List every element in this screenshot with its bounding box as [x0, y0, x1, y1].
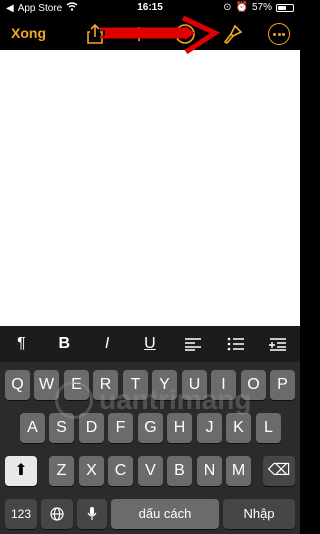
dictation-key[interactable] [77, 499, 107, 529]
shift-key[interactable]: ⬆ [5, 456, 37, 486]
markup-icon[interactable] [173, 22, 197, 46]
italic-button[interactable]: I [93, 330, 121, 358]
status-bar: ◀ App Store 16:15 ⊙ ⏰ 57% [0, 0, 300, 16]
key-z[interactable]: Z [49, 456, 74, 486]
watermark-text: uantrimang [99, 384, 252, 415]
paragraph-style-button[interactable]: ¶ [7, 330, 35, 358]
align-left-icon[interactable] [179, 330, 207, 358]
microphone-icon [87, 507, 97, 520]
globe-key[interactable] [41, 499, 73, 529]
key-q[interactable]: Q [5, 370, 30, 400]
numbers-key[interactable]: 123 [5, 499, 37, 529]
format-toolbar: ¶ B I U [0, 326, 300, 362]
key-a[interactable]: A [20, 413, 45, 443]
key-p[interactable]: P [270, 370, 295, 400]
backspace-key[interactable]: ⌫ [263, 456, 295, 486]
share-icon[interactable] [83, 22, 107, 46]
return-key[interactable]: Nhập [223, 499, 295, 529]
shift-icon: ⬆ [14, 462, 28, 479]
watermark: uantrimang [55, 370, 255, 430]
key-m[interactable]: M [226, 456, 251, 486]
watermark-logo-icon [55, 381, 93, 419]
status-right: ⊙ ⏰ 57% [223, 2, 294, 13]
format-brush-icon[interactable] [221, 22, 245, 46]
bold-button[interactable]: B [50, 330, 78, 358]
battery-label: 57% [251, 2, 272, 13]
key-b[interactable]: B [167, 456, 192, 486]
top-bar: ◀ App Store 16:15 ⊙ ⏰ 57% Xong [0, 0, 300, 50]
key-n[interactable]: N [197, 456, 222, 486]
alarm-icon: ⏰ [235, 2, 248, 13]
key-c[interactable]: C [108, 456, 133, 486]
key-l[interactable]: L [256, 413, 281, 443]
space-key[interactable]: dấu cách [111, 499, 219, 529]
bulleted-list-icon[interactable] [222, 330, 250, 358]
add-icon[interactable] [127, 22, 151, 46]
key-x[interactable]: X [79, 456, 104, 486]
more-options-icon[interactable] [268, 23, 290, 45]
done-button[interactable]: Xong [11, 25, 46, 41]
backspace-icon: ⌫ [267, 462, 291, 479]
battery-icon [276, 3, 294, 12]
indent-icon[interactable] [264, 330, 292, 358]
key-v[interactable]: V [138, 456, 163, 486]
globe-icon [50, 507, 64, 521]
lock-rotation-icon: ⊙ [223, 2, 232, 13]
underline-button[interactable]: U [136, 330, 164, 358]
screen: ◀ App Store 16:15 ⊙ ⏰ 57% Xong ¶ B I U Q… [0, 0, 300, 534]
nav-bar: Xong [0, 18, 300, 50]
